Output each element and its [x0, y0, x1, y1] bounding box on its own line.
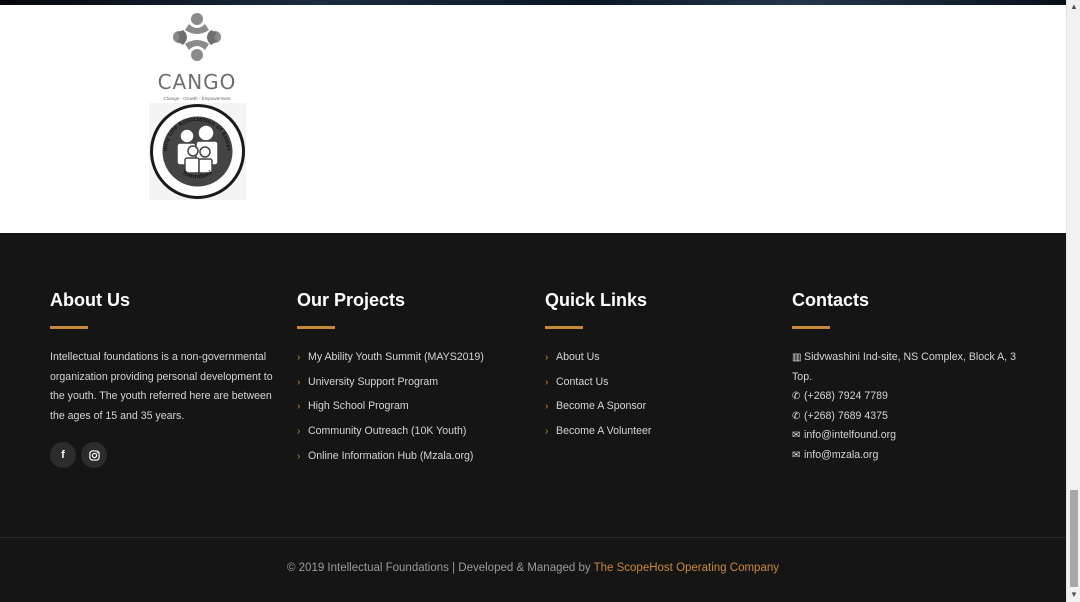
contacts-body: ▥ Sidvwashini Ind-site, NS Complex, Block… [792, 348, 1016, 466]
developer-company-link[interactable]: The ScopeHost Operating Company [594, 562, 779, 574]
about-title-underline [50, 326, 88, 329]
contact-email-text: info@mzala.org [804, 448, 879, 461]
project-link-label: University Support Program [308, 375, 439, 388]
scrollbar-thumb[interactable] [1070, 490, 1078, 587]
chevron-right-icon: › [297, 450, 301, 462]
contacts-column: Contacts ▥ Sidvwashini Ind-site, NS Compl… [792, 288, 1016, 466]
envelope-icon: ✉ [792, 449, 801, 461]
project-link-label: High School Program [308, 400, 409, 413]
quick-link-become-sponsor[interactable]: › Become A Sponsor [545, 397, 651, 422]
quick-link-label: Become A Sponsor [556, 400, 647, 413]
scroll-up-arrow-icon[interactable]: ▲ [1067, 0, 1080, 14]
copyright-text: © 2019 Intellectual Foundations | Develo… [286, 562, 594, 574]
contact-email[interactable]: ✉ info@mzala.org [792, 446, 1016, 466]
contact-address-text: Sidvwashini Ind-site, NS Complex, Block … [792, 351, 1016, 383]
facebook-icon: f [61, 449, 65, 462]
quick-links-title: Quick Links [545, 290, 648, 310]
site-footer: About Us Intellectual foundations is a n… [0, 233, 1066, 538]
chevron-right-icon: › [297, 376, 301, 388]
page-scrollbar[interactable]: ▲ ▼ [1066, 0, 1080, 602]
project-link[interactable]: › High School Program [297, 397, 484, 422]
projects-title-underline [297, 326, 335, 329]
contact-phone-text: (+268) 7689 4375 [804, 409, 888, 422]
instagram-icon [88, 450, 100, 461]
map-icon: ▥ [792, 352, 802, 363]
chevron-right-icon: › [545, 352, 549, 363]
family-emblem-icon: Family Life Association of Eswatini Tomn… [147, 99, 246, 200]
project-link[interactable]: › Community Outreach (10K Youth) [297, 422, 484, 447]
cango-tagline: Change - Growth - Empowerment [163, 96, 231, 101]
quick-links-list: › About Us › Contact Us › Become A Sponsor … [545, 348, 651, 447]
chevron-right-icon: › [545, 401, 549, 413]
social-links: f [50, 442, 278, 469]
project-link[interactable]: › Online Information Hub (Mzala.org) [297, 447, 484, 472]
chevron-right-icon: › [297, 426, 301, 438]
contacts-title: Contacts [792, 290, 870, 310]
phone-icon: ✆ [792, 391, 801, 403]
contacts-title-underline [792, 326, 830, 329]
project-link[interactable]: › University Support Program [297, 373, 484, 398]
cango-logo[interactable]: CANGO Change - Growth - Empowerment [155, 10, 239, 104]
quick-link-label: Contact Us [556, 375, 609, 388]
instagram-button[interactable] [81, 442, 107, 469]
projects-column: Our Projects › My Ability Youth Summit (M… [297, 288, 484, 471]
chevron-right-icon: › [545, 376, 549, 388]
about-column: About Us Intellectual foundations is a n… [50, 288, 278, 469]
project-link-label: Online Information Hub (Mzala.org) [308, 449, 474, 462]
envelope-icon: ✉ [792, 430, 801, 442]
project-link[interactable]: › My Ability Youth Summit (MAYS2019) [297, 348, 484, 373]
projects-title: Our Projects [297, 290, 406, 310]
project-link-label: My Ability Youth Summit (MAYS2019) [308, 351, 484, 363]
facebook-button[interactable]: f [50, 442, 76, 469]
chevron-right-icon: › [297, 352, 301, 363]
chevron-right-icon: › [297, 401, 301, 413]
quick-link-contact-us[interactable]: › Contact Us [545, 373, 651, 398]
project-link-label: Community Outreach (10K Youth) [308, 425, 467, 438]
contact-phone-text: (+268) 7924 7789 [804, 390, 888, 403]
quick-links-column: Quick Links › About Us › Contact Us › Becom… [545, 288, 651, 447]
copyright-bar: © 2019 Intellectual Foundations | Develo… [0, 537, 1066, 602]
projects-list: › My Ability Youth Summit (MAYS2019) › Uni… [297, 348, 484, 471]
contact-address: ▥ Sidvwashini Ind-site, NS Complex, Block… [792, 348, 1016, 387]
contact-phone[interactable]: ✆ (+268) 7924 7789 [792, 387, 1016, 407]
cango-emblem-icon [173, 13, 221, 61]
partner-logos-section: CANGO Change - Growth - Empowerment mily… [0, 5, 1066, 233]
quick-links-title-underline [545, 326, 583, 329]
cango-name: CANGO [157, 70, 237, 94]
contact-phone[interactable]: ✆ (+268) 7689 4375 [792, 407, 1016, 427]
chevron-right-icon: › [545, 426, 549, 438]
about-text: Intellectual foundations is a non-govern… [50, 351, 273, 422]
quick-link-become-volunteer[interactable]: › Become A Volunteer [545, 422, 651, 447]
contact-email-text: info@intelfound.org [804, 429, 897, 442]
contact-email[interactable]: ✉ info@intelfound.org [792, 426, 1016, 446]
scroll-down-arrow-icon[interactable]: ▼ [1067, 588, 1080, 602]
about-title: About Us [50, 290, 130, 310]
quick-link-about-us[interactable]: › About Us [545, 348, 651, 373]
phone-icon: ✆ [792, 410, 801, 422]
family-life-association-logo[interactable]: Family Life Association of Eswatini Tomn… [147, 99, 246, 200]
quick-link-label: Become A Volunteer [556, 425, 652, 438]
quick-link-label: About Us [556, 351, 600, 363]
